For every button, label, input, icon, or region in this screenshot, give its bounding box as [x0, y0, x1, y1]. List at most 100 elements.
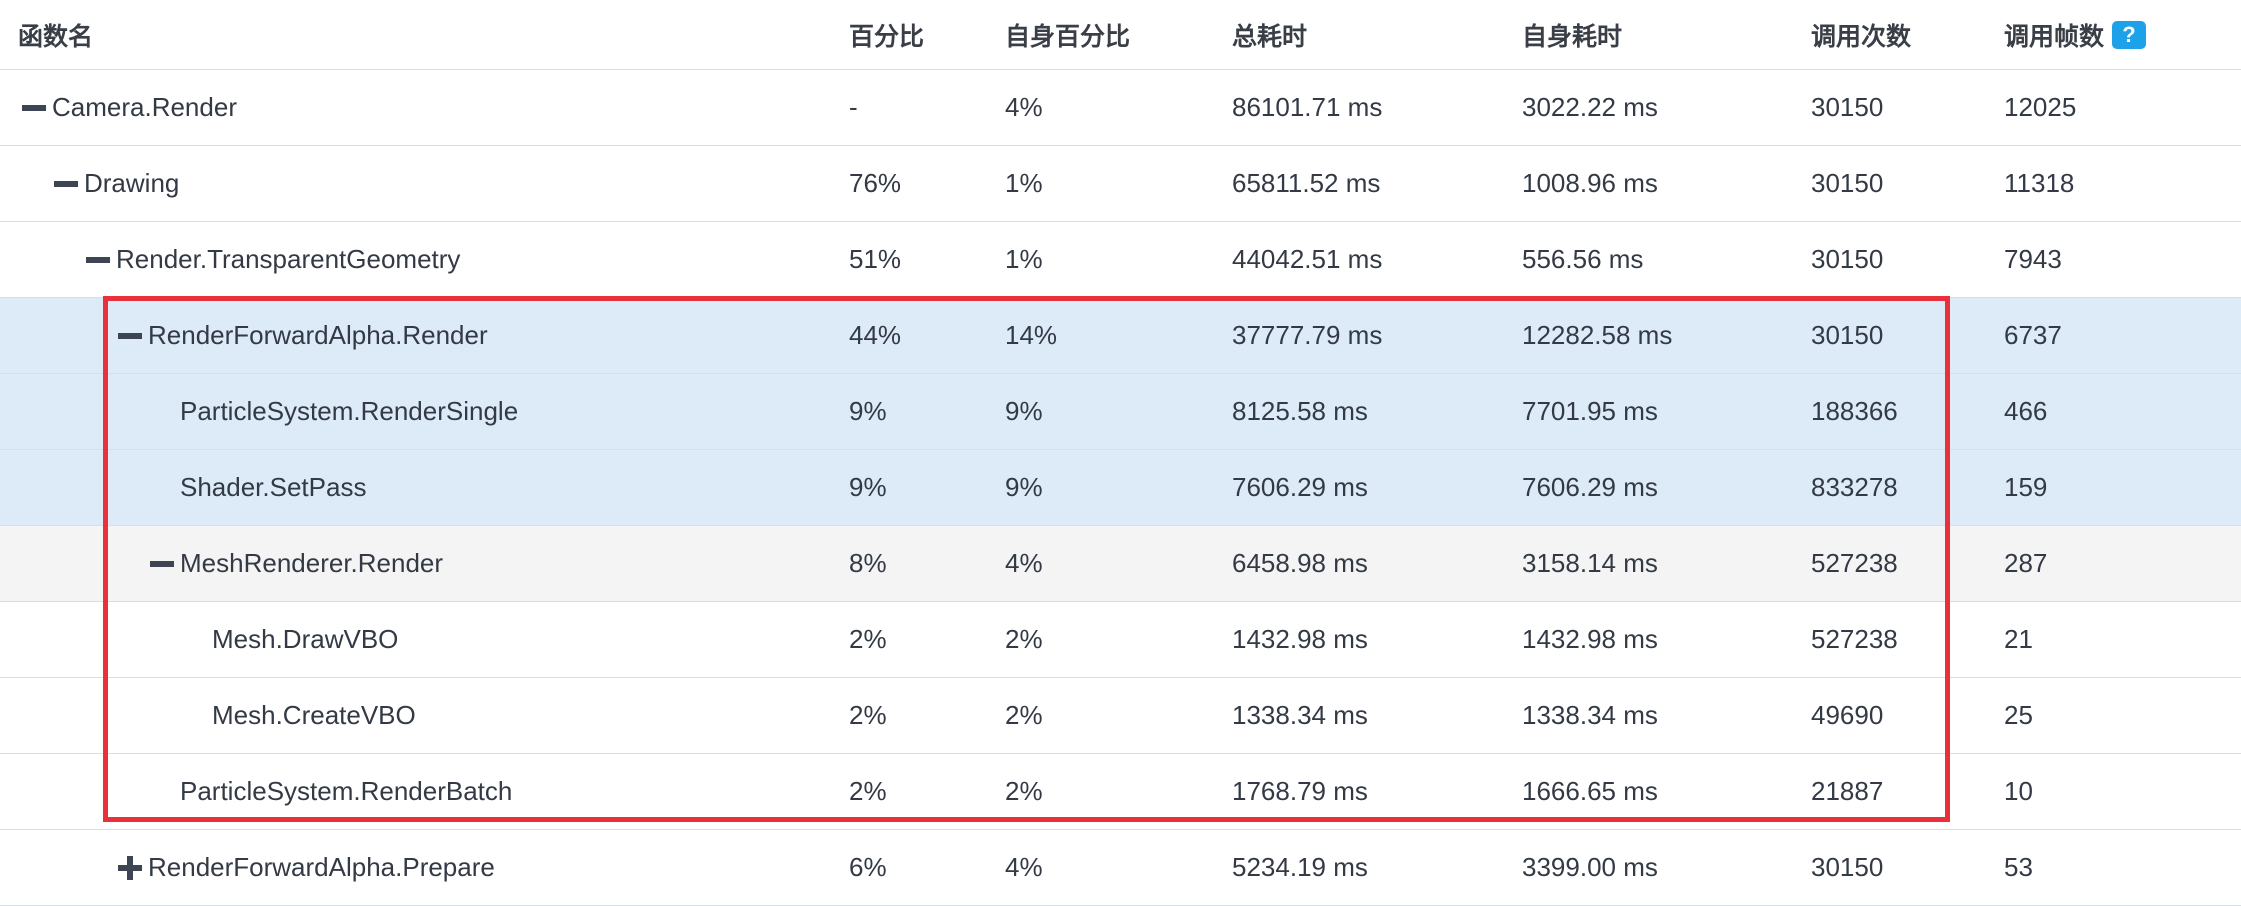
help-icon[interactable]: ? — [2112, 20, 2147, 49]
collapse-icon[interactable] — [86, 248, 110, 272]
function-name-cell: ParticleSystem.RenderSingle — [150, 374, 518, 449]
total-time-cell: 86101.71 ms — [1232, 92, 1383, 122]
column-header-self-percent[interactable]: 自身百分比 — [1005, 0, 1130, 69]
call-count-cell: 833278 — [1811, 472, 1898, 502]
function-name: Shader.SetPass — [180, 472, 367, 502]
self-time-cell: 1338.34 ms — [1522, 700, 1658, 730]
column-header-percent[interactable]: 百分比 — [849, 0, 924, 69]
call-frames-cell: 466 — [2004, 396, 2048, 426]
self-percent-cell: 9% — [1005, 472, 1043, 502]
function-name: Mesh.DrawVBO — [212, 624, 399, 654]
total-time-cell: 44042.51 ms — [1232, 244, 1383, 274]
collapse-icon[interactable] — [150, 552, 174, 576]
table-row[interactable]: Camera.Render - 4% 86101.71 ms 3022.22 ms 301… — [0, 70, 2241, 146]
call-frames-cell: 11318 — [2004, 168, 2075, 198]
total-time-cell: 1338.34 ms — [1232, 700, 1368, 730]
self-percent-cell: 4% — [1005, 548, 1043, 578]
self-time-cell: 1008.96 ms — [1522, 168, 1658, 198]
table-row[interactable]: Mesh.DrawVBO 2% 2% 1432.98 ms 1432.98 ms 5272… — [0, 602, 2241, 678]
call-count-cell: 527238 — [1811, 548, 1898, 578]
function-name-cell: Mesh.CreateVBO — [182, 678, 416, 753]
table-row[interactable]: Drawing 76% 1% 65811.52 ms 1008.96 ms 30150 11… — [0, 146, 2241, 222]
self-time-cell: 3158.14 ms — [1522, 548, 1658, 578]
self-time-cell: 12282.58 ms — [1522, 320, 1673, 350]
table-row[interactable]: Mesh.CreateVBO 2% 2% 1338.34 ms 1338.34 ms 49… — [0, 678, 2241, 754]
percent-cell: - — [849, 92, 858, 122]
percent-cell: 51% — [849, 244, 902, 274]
table-row[interactable]: RenderForwardAlpha.Render 44% 14% 37777.79 … — [0, 298, 2241, 374]
expand-icon[interactable] — [118, 855, 142, 880]
self-percent-cell: 2% — [1005, 700, 1043, 730]
percent-cell: 9% — [849, 396, 887, 426]
call-count-cell: 188366 — [1811, 396, 1898, 426]
column-header-self-time[interactable]: 自身耗时 — [1522, 0, 1622, 69]
percent-cell: 9% — [849, 472, 887, 502]
call-frames-cell: 287 — [2004, 548, 2048, 578]
table-row[interactable]: ParticleSystem.RenderBatch 2% 2% 1768.79 ms… — [0, 754, 2241, 830]
call-count-cell: 49690 — [1811, 700, 1884, 730]
call-count-cell: 30150 — [1811, 852, 1884, 882]
self-time-cell: 7606.29 ms — [1522, 472, 1658, 502]
percent-cell: 2% — [849, 624, 887, 654]
percent-cell: 2% — [849, 776, 887, 806]
call-frames-cell: 25 — [2004, 700, 2033, 730]
collapse-icon[interactable] — [118, 324, 142, 348]
column-header-function-name[interactable]: 函数名 — [18, 0, 93, 69]
function-name: MeshRenderer.Render — [180, 548, 444, 578]
self-percent-cell: 1% — [1005, 168, 1043, 198]
column-header-call-count[interactable]: 调用次数 — [1811, 0, 1911, 69]
percent-cell: 2% — [849, 700, 887, 730]
call-count-cell: 30150 — [1811, 244, 1884, 274]
percent-cell: 44% — [849, 320, 902, 350]
call-frames-cell: 53 — [2004, 852, 2033, 882]
percent-cell: 6% — [849, 852, 887, 882]
self-time-cell: 1666.65 ms — [1522, 776, 1658, 806]
total-time-cell: 1768.79 ms — [1232, 776, 1368, 806]
call-frames-label: 调用帧数 — [2004, 22, 2105, 51]
table-row[interactable]: MeshRenderer.Render 8% 4% 6458.98 ms 3158.14… — [0, 526, 2241, 602]
collapse-icon[interactable] — [54, 172, 78, 196]
self-time-cell: 3022.22 ms — [1522, 92, 1658, 122]
self-percent-cell: 2% — [1005, 624, 1043, 654]
call-count-cell: 30150 — [1811, 92, 1884, 122]
function-name: Camera.Render — [52, 92, 237, 122]
function-name: Drawing — [84, 168, 180, 198]
self-percent-cell: 9% — [1005, 396, 1043, 426]
table-header: 函数名 百分比 自身百分比 总耗时 自身耗时 调用次数 调用帧数 ? — [0, 0, 2241, 70]
column-header-call-frames[interactable]: 调用帧数 ? — [2004, 0, 2147, 69]
self-percent-cell: 1% — [1005, 244, 1043, 274]
call-count-cell: 30150 — [1811, 320, 1884, 350]
self-time-cell: 1432.98 ms — [1522, 624, 1658, 654]
function-name-cell: Camera.Render — [22, 70, 237, 145]
percent-cell: 76% — [849, 168, 902, 198]
call-frames-cell: 159 — [2004, 472, 2048, 502]
total-time-cell: 37777.79 ms — [1232, 320, 1383, 350]
call-count-cell: 30150 — [1811, 168, 1884, 198]
function-name: RenderForwardAlpha.Prepare — [148, 852, 495, 882]
call-frames-cell: 12025 — [2004, 92, 2077, 122]
table-row[interactable]: Shader.SetPass 9% 9% 7606.29 ms 7606.29 ms 83… — [0, 450, 2241, 526]
call-frames-cell: 6737 — [2004, 320, 2062, 350]
self-time-cell: 3399.00 ms — [1522, 852, 1658, 882]
function-name: RenderForwardAlpha.Render — [148, 320, 488, 350]
table-row[interactable]: ParticleSystem.RenderSingle 9% 9% 8125.58 m… — [0, 374, 2241, 450]
function-name-cell: RenderForwardAlpha.Render — [118, 298, 488, 373]
total-time-cell: 1432.98 ms — [1232, 624, 1368, 654]
call-frames-cell: 7943 — [2004, 244, 2062, 274]
self-time-cell: 556.56 ms — [1522, 244, 1644, 274]
total-time-cell: 7606.29 ms — [1232, 472, 1368, 502]
function-name-cell: MeshRenderer.Render — [150, 526, 443, 601]
table-row[interactable]: Render.TransparentGeometry 51% 1% 44042.51 … — [0, 222, 2241, 298]
function-name: ParticleSystem.RenderBatch — [180, 776, 513, 806]
total-time-cell: 6458.98 ms — [1232, 548, 1368, 578]
function-name-cell: Shader.SetPass — [150, 450, 366, 525]
function-name: Mesh.CreateVBO — [212, 700, 416, 730]
table-row[interactable]: RenderForwardAlpha.Prepare 6% 4% 5234.19 ms… — [0, 830, 2241, 906]
call-frames-cell: 21 — [2004, 624, 2033, 654]
call-count-cell: 21887 — [1811, 776, 1884, 806]
self-percent-cell: 4% — [1005, 852, 1043, 882]
total-time-cell: 8125.58 ms — [1232, 396, 1368, 426]
function-name-cell: Render.TransparentGeometry — [86, 222, 460, 297]
collapse-icon[interactable] — [22, 96, 46, 120]
column-header-total-time[interactable]: 总耗时 — [1232, 0, 1307, 69]
